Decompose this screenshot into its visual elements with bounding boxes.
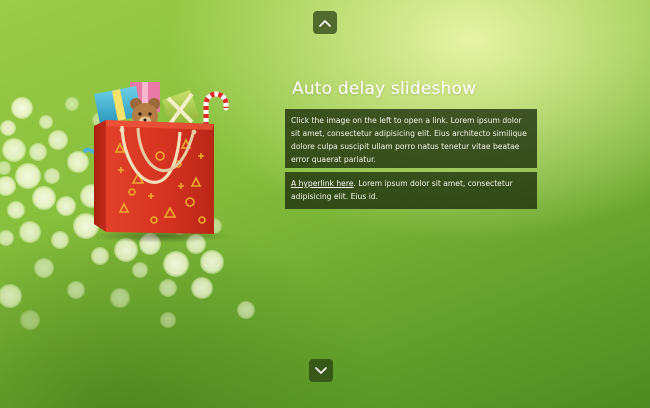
slide-hyperlink[interactable]: A hyperlink here [291,179,354,188]
slide-description-box: Click the image on the left to open a li… [285,109,537,168]
bokeh-light [15,163,41,189]
slide-link-box: A hyperlink here. Lorem ipsum dolor sit … [285,172,537,209]
bokeh-light [0,230,14,246]
bokeh-light [0,284,22,308]
slide-title: Auto delay slideshow [292,79,477,99]
bokeh-light [191,277,213,299]
bokeh-light [48,130,68,150]
bokeh-light [132,262,148,278]
bokeh-light [237,301,255,319]
previous-slide-button[interactable] [313,11,337,34]
bokeh-light [34,258,54,278]
bokeh-light [160,312,176,328]
bokeh-light [0,176,16,196]
bokeh-light [7,201,25,219]
bokeh-light [163,251,189,277]
bokeh-light [159,279,177,297]
bokeh-light [200,250,224,274]
bokeh-light [51,231,69,249]
slide-image-link[interactable] [78,74,238,244]
bokeh-light [56,196,76,216]
bokeh-light [91,247,109,265]
bokeh-light [0,120,16,136]
bokeh-light [39,115,53,129]
bokeh-light [65,97,79,111]
bokeh-light [2,138,26,162]
bokeh-light [20,310,40,330]
bokeh-light [11,97,33,119]
bokeh-light [0,161,11,175]
bokeh-light [29,143,47,161]
bokeh-light [110,288,130,308]
slide-description: Click the image on the left to open a li… [291,116,527,164]
gift-bag-icon [82,82,230,243]
chevron-down-icon [315,366,327,374]
bokeh-light [44,168,60,184]
bokeh-light [67,281,85,299]
slideshow-stage: Auto delay slideshow Click the image on … [0,0,650,408]
chevron-up-icon [319,19,331,27]
next-slide-button[interactable] [309,359,333,382]
bokeh-light [32,186,56,210]
bokeh-light [19,221,41,243]
